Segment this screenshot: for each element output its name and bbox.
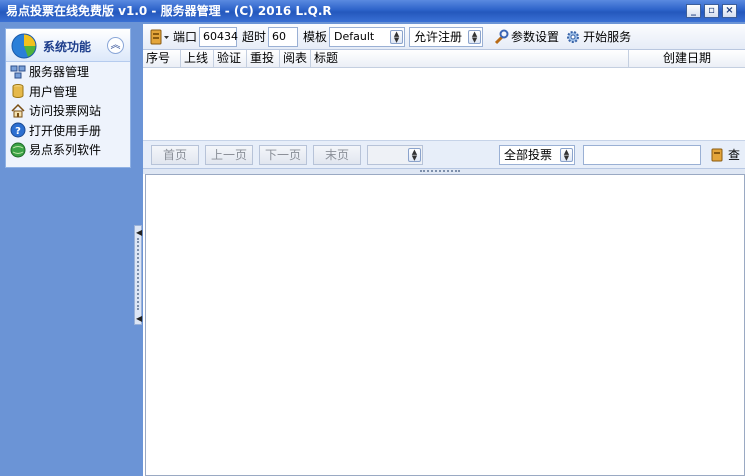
sidebar-item-label: 用户管理 <box>29 84 78 99</box>
window-title: 易点投票在线免费版 v1.0 - 服务器管理 - (C) 2016 L.Q.R <box>6 4 332 18</box>
timeout-input[interactable]: 60 <box>268 26 299 47</box>
sidebar-item-series[interactable]: 易点系列软件 <box>6 140 130 160</box>
register-select-value: 允许注册 <box>414 29 463 44</box>
main-panel: 端口 60434 超时 60 模板 Default ▲ ▼ 允许注册 ▲ ▼ 参数设… <box>143 24 745 476</box>
search-input[interactable] <box>583 144 701 165</box>
template-select[interactable]: Default ▲ ▼ <box>329 26 406 47</box>
sidebar-item-server[interactable]: 服务器管理 <box>6 62 130 82</box>
restore-button[interactable]: ▫ <box>704 4 719 18</box>
toolbar: 端口 60434 超时 60 模板 Default ▲ ▼ 允许注册 ▲ ▼ 参数设… <box>143 24 745 50</box>
help-icon: ? <box>10 122 26 138</box>
sidebar-item-label: 易点系列软件 <box>29 143 102 158</box>
server-icon <box>10 65 26 79</box>
collapse-left-icon[interactable]: ◀ <box>136 229 142 237</box>
vote-filter-value: 全部投票 <box>504 147 553 162</box>
column-header-title[interactable]: 标题 <box>311 50 629 67</box>
column-header-index[interactable]: 序号 <box>143 50 181 67</box>
splitter-grip <box>420 170 460 172</box>
template-label: 模板 <box>303 30 328 44</box>
pager-bar: 首页 上一页 下一页 末页 ▲ ▼ 全部投票 ▲ ▼ 查 <box>143 140 745 168</box>
timeout-label: 超时 <box>242 30 267 44</box>
chevron-updown-icon: ▲ ▼ <box>390 29 404 44</box>
column-header-verify[interactable]: 验证 <box>214 50 247 67</box>
port-label: 端口 <box>173 30 198 44</box>
sidebar-item-manual[interactable]: ? 打开使用手册 <box>6 121 130 141</box>
vote-filter-select[interactable]: 全部投票 ▲ ▼ <box>499 144 575 165</box>
settings-button[interactable]: 参数设置 <box>493 28 559 45</box>
template-select-value: Default <box>334 29 375 43</box>
sidebar-item-users[interactable]: 用户管理 <box>6 82 130 102</box>
table-header: 序号 上线 验证 重投 阅表 标题 创建日期 <box>143 50 745 68</box>
search-button[interactable]: 查 <box>710 146 740 163</box>
sidebar-title: 系统功能 <box>43 40 92 54</box>
sidebar-panel: 系统功能 ︽ 服务器管理 用户管理 访问投票网站 ? 打开使用手册 易点系列软件 <box>5 28 131 168</box>
port-input[interactable]: 60434 <box>199 26 238 47</box>
search-db-icon <box>711 148 723 161</box>
gear-icon <box>567 30 580 43</box>
chevron-updown-icon: ▲ ▼ <box>408 147 421 162</box>
start-service-label: 开始服务 <box>583 30 632 44</box>
sidebar-item-visit-site[interactable]: 访问投票网站 <box>6 101 130 121</box>
column-header-view[interactable]: 阅表 <box>280 50 311 67</box>
next-page-button[interactable]: 下一页 <box>259 144 307 165</box>
page-select[interactable]: ▲ ▼ <box>367 144 423 165</box>
chevron-updown-icon: ▲ ▼ <box>560 147 573 162</box>
collapse-left-icon[interactable]: ◀ <box>136 315 142 323</box>
pie-chart-icon <box>11 33 37 59</box>
prev-page-button[interactable]: 上一页 <box>205 144 253 165</box>
sidebar-item-label: 访问投票网站 <box>29 104 102 119</box>
minimize-button[interactable]: _ <box>686 4 701 18</box>
first-page-button[interactable]: 首页 <box>151 144 199 165</box>
sidebar-item-label: 服务器管理 <box>29 65 90 80</box>
home-icon <box>11 103 25 118</box>
vertical-splitter[interactable]: ◀ ◀ <box>134 225 142 325</box>
chevron-updown-icon: ▲ ▼ <box>468 29 482 44</box>
svg-text:?: ? <box>15 126 21 137</box>
database-icon <box>12 84 24 99</box>
sidebar-header[interactable]: 系统功能 ︽ <box>6 29 130 62</box>
search-button-label: 查 <box>728 148 741 162</box>
globe-icon <box>10 142 26 158</box>
column-header-revote[interactable]: 重投 <box>247 50 280 67</box>
collapse-icon[interactable]: ︽ <box>107 37 124 54</box>
sidebar-item-label: 打开使用手册 <box>29 123 102 138</box>
detail-panel[interactable] <box>145 174 745 476</box>
start-service-button[interactable]: 开始服务 <box>565 28 631 45</box>
register-select[interactable]: 允许注册 ▲ ▼ <box>409 26 484 47</box>
wrench-icon <box>494 29 509 44</box>
splitter-grip <box>137 238 139 310</box>
last-page-button[interactable]: 末页 <box>313 144 361 165</box>
column-header-created-date[interactable]: 创建日期 <box>629 50 745 67</box>
close-button[interactable]: × <box>722 4 737 18</box>
server-menu-icon[interactable] <box>149 28 171 46</box>
settings-button-label: 参数设置 <box>511 30 560 44</box>
title-bar: 易点投票在线免费版 v1.0 - 服务器管理 - (C) 2016 L.Q.R … <box>0 0 745 22</box>
column-header-online[interactable]: 上线 <box>181 50 214 67</box>
